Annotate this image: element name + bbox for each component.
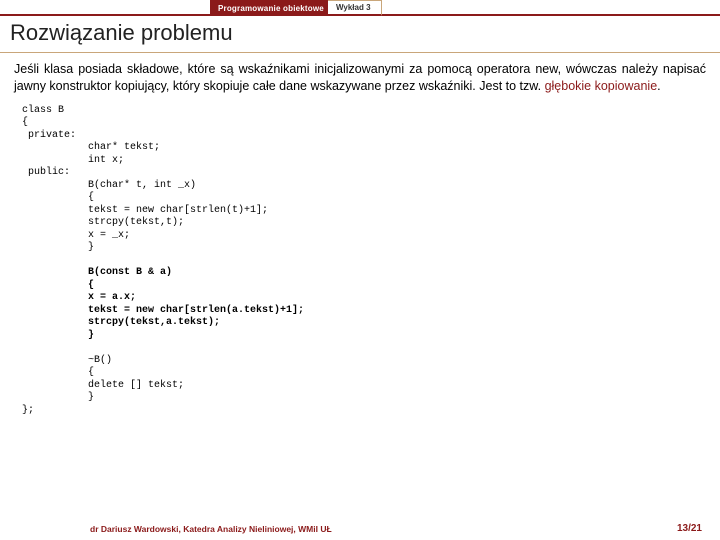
code-copy-constructor: B(const B & a) { x = a.x; tekst = new ch… <box>22 267 304 341</box>
header-spacer-left <box>0 0 210 16</box>
paragraph-text-after: . <box>657 79 660 93</box>
code-part3: ~B() { delete [] tekst; } }; <box>22 355 184 416</box>
slide-header: Programowanie obiektowe Wykład 3 <box>0 0 720 16</box>
course-title: Programowanie obiektowe <box>210 0 328 16</box>
code-block: class B { private: char* tekst; int x; p… <box>0 101 720 422</box>
paragraph-highlight: głębokie kopiowanie <box>545 79 658 93</box>
lecture-tag: Wykład 3 <box>328 0 382 16</box>
body-paragraph: Jeśli klasa posiada składowe, które są w… <box>0 53 720 101</box>
slide-title: Rozwiązanie problemu <box>0 16 720 53</box>
footer-pagenum: 13/21 <box>677 523 702 534</box>
header-spacer-right <box>382 0 720 16</box>
footer-author: dr Dariusz Wardowski, Katedra Analizy Ni… <box>90 524 332 534</box>
slide-footer: dr Dariusz Wardowski, Katedra Analizy Ni… <box>0 523 720 534</box>
code-part1: class B { private: char* tekst; int x; p… <box>22 105 268 254</box>
